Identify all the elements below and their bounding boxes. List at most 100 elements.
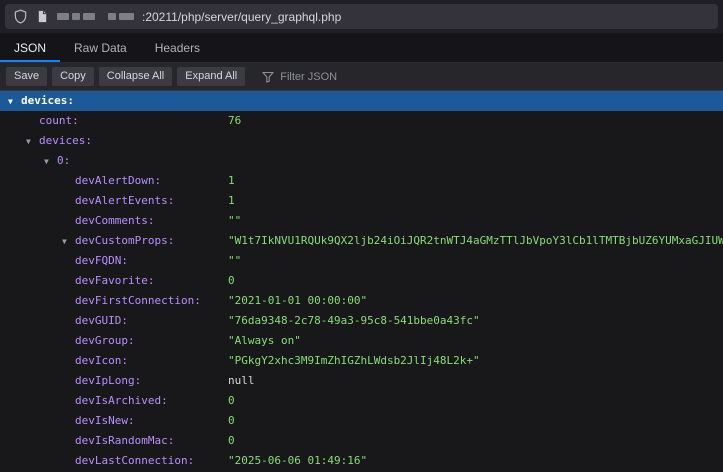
tree-row[interactable]: ▼devIsNew: 0 (0, 411, 723, 431)
tree-row[interactable]: ▼devAlertDown: 1 (0, 171, 723, 191)
property-name[interactable]: devices: (39, 134, 92, 147)
property-name[interactable]: devFavorite: (75, 274, 154, 287)
copy-button[interactable]: Copy (52, 67, 94, 86)
property-value: 0 (228, 271, 723, 291)
tree-row[interactable]: ▼devices: (0, 131, 723, 151)
property-name[interactable]: devIcon: (75, 354, 128, 367)
property-name[interactable]: devIsNew: (75, 414, 135, 427)
tree-row[interactable]: ▼devLastConnection: "2025-06-06 01:49:16… (0, 451, 723, 471)
tree-row[interactable]: ▼devIcon: "PGkgY2xhc3M9ImZhIGZhLWdsb2JlI… (0, 351, 723, 371)
filter-container (262, 71, 430, 83)
tree-row[interactable]: ▼devGUID: "76da9348-2c78-49a3-95c8-541bb… (0, 311, 723, 331)
property-name[interactable]: devAlertDown: (75, 174, 161, 187)
property-name[interactable]: devices: (21, 94, 74, 107)
tree-row[interactable]: ▼devFirstConnection: "2021-01-01 00:00:0… (0, 291, 723, 311)
property-value (228, 151, 723, 171)
key-cell: ▼devIpLong: (0, 371, 228, 391)
tree-row[interactable]: ▼devGroup: "Always on" (0, 331, 723, 351)
key-cell: ▼devices: (0, 91, 228, 111)
browser-toolbar: :20211/php/server/query_graphql.php (0, 0, 723, 33)
property-name[interactable]: 0: (57, 154, 70, 167)
property-name[interactable]: devGroup: (75, 334, 135, 347)
collapse-all-button[interactable]: Collapse All (99, 67, 172, 86)
url-text: :20211/php/server/query_graphql.php (142, 10, 341, 24)
property-name[interactable]: devIpLong: (75, 374, 141, 387)
property-value: 1 (228, 171, 723, 191)
json-viewer-tabbar: JSON Raw Data Headers (0, 33, 723, 63)
property-name[interactable]: devGUID: (75, 314, 128, 327)
key-cell: ▼devIcon: (0, 351, 228, 371)
key-cell: ▼devFQDN: (0, 251, 228, 271)
redacted-host (57, 13, 134, 20)
redacted-gap (98, 16, 105, 17)
tree-row[interactable]: ▼devIsArchived: 0 (0, 391, 723, 411)
key-cell: ▼devices: (0, 131, 228, 151)
property-name[interactable]: devCustomProps: (75, 234, 174, 247)
filter-json-input[interactable] (280, 71, 430, 83)
property-value: "2025-06-06 01:49:16" (228, 451, 723, 471)
property-value: "" (228, 211, 723, 231)
key-cell: ▼devComments: (0, 211, 228, 231)
key-cell: ▼count: (0, 111, 228, 131)
shield-icon[interactable] (13, 9, 28, 24)
property-name[interactable]: devIsArchived: (75, 394, 168, 407)
property-name[interactable]: devAlertEvents: (75, 194, 174, 207)
key-cell: ▼devIsArchived: (0, 391, 228, 411)
property-value: 0 (228, 431, 723, 451)
property-name[interactable]: devComments: (75, 214, 154, 227)
key-cell: ▼devCustomProps: (0, 231, 228, 251)
expand-arrow-icon[interactable]: ▼ (8, 92, 21, 111)
url-bar[interactable]: :20211/php/server/query_graphql.php (5, 4, 718, 29)
tab-raw-data[interactable]: Raw Data (60, 33, 141, 62)
redacted-block (57, 13, 69, 20)
key-cell: ▼devAlertDown: (0, 171, 228, 191)
property-name[interactable]: devIsRandomMac: (75, 434, 174, 447)
key-cell: ▼devIsRandomMac: (0, 431, 228, 451)
property-value: "" (228, 251, 723, 271)
expand-arrow-icon[interactable]: ▼ (44, 152, 57, 171)
redacted-block (108, 13, 116, 20)
expand-arrow-icon[interactable]: ▼ (62, 232, 75, 251)
key-cell: ▼devGroup: (0, 331, 228, 351)
tab-headers[interactable]: Headers (141, 33, 214, 62)
property-value: "PGkgY2xhc3M9ImZhIGZhLWdsb2JlIj48L2k+" (228, 351, 723, 371)
property-name[interactable]: devFirstConnection: (75, 294, 201, 307)
key-cell: ▼devLastConnection: (0, 451, 228, 471)
tree-row[interactable]: ▼devAlertEvents: 1 (0, 191, 723, 211)
key-cell: ▼devIsNew: (0, 411, 228, 431)
property-value: "2021-01-01 00:00:00" (228, 291, 723, 311)
json-tree: ▼devices: ▼count: 76 ▼devices: ▼0: ▼devA… (0, 91, 723, 472)
key-cell: ▼0: (0, 151, 228, 171)
property-value: 0 (228, 411, 723, 431)
tree-row[interactable]: ▼devFavorite: 0 (0, 271, 723, 291)
property-name[interactable]: count: (39, 114, 79, 127)
json-toolbar: Save Copy Collapse All Expand All (0, 63, 723, 91)
expand-arrow-icon[interactable]: ▼ (26, 132, 39, 151)
property-value (228, 91, 723, 111)
property-value: "W1t7IkNVU1RQUk9QX2ljb24iOiJQR2tnWTJ4aGM… (228, 231, 723, 251)
property-value: 76 (228, 111, 723, 131)
page-icon[interactable] (36, 10, 49, 23)
property-value (228, 131, 723, 151)
expand-all-button[interactable]: Expand All (177, 67, 245, 86)
tree-row[interactable]: ▼devFQDN: "" (0, 251, 723, 271)
tree-row[interactable]: ▼devices: (0, 91, 723, 111)
tab-json[interactable]: JSON (0, 33, 60, 62)
property-value: 0 (228, 391, 723, 411)
tree-row[interactable]: ▼devComments: "" (0, 211, 723, 231)
save-button[interactable]: Save (6, 67, 47, 86)
property-name[interactable]: devFQDN: (75, 254, 128, 267)
tree-row[interactable]: ▼count: 76 (0, 111, 723, 131)
key-cell: ▼devFavorite: (0, 271, 228, 291)
tree-row[interactable]: ▼devIsRandomMac: 0 (0, 431, 723, 451)
redacted-block (72, 13, 80, 20)
redacted-block (119, 13, 134, 20)
redacted-block (83, 13, 95, 20)
tree-row[interactable]: ▼devIpLong: null (0, 371, 723, 391)
tree-row[interactable]: ▼0: (0, 151, 723, 171)
property-name[interactable]: devLastConnection: (75, 454, 194, 467)
property-value: "Always on" (228, 331, 723, 351)
key-cell: ▼devGUID: (0, 311, 228, 331)
property-value: "76da9348-2c78-49a3-95c8-541bbe0a43fc" (228, 311, 723, 331)
tree-row[interactable]: ▼devCustomProps: "W1t7IkNVU1RQUk9QX2ljb2… (0, 231, 723, 251)
